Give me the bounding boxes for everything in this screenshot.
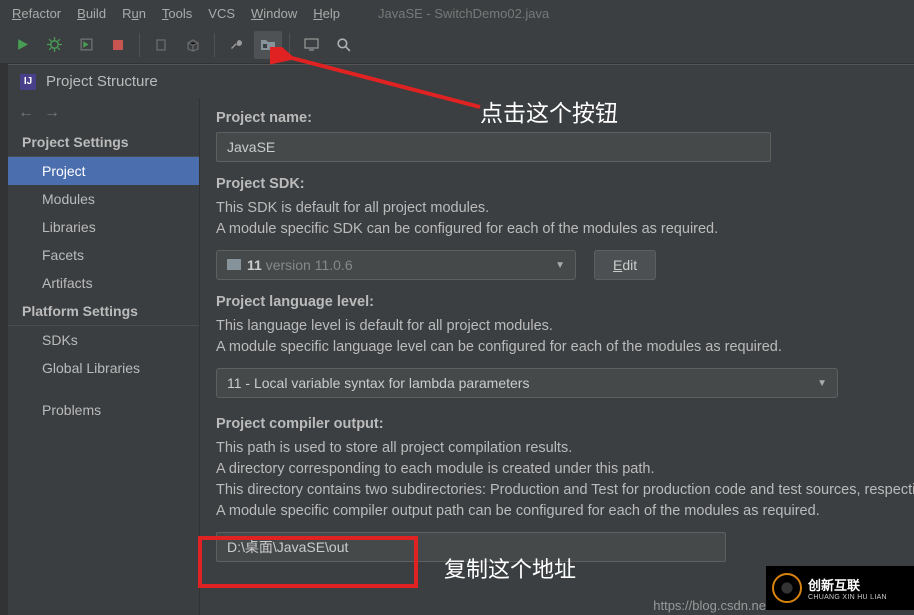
run-icon[interactable] — [8, 31, 36, 59]
menu-build[interactable]: Build — [69, 4, 114, 23]
debug-icon[interactable] — [40, 31, 68, 59]
sidebar-item-sdks[interactable]: SDKs — [8, 326, 199, 354]
lang-description: A module specific language level can be … — [216, 337, 914, 358]
watermark-text-cn: 创新互联 — [808, 575, 887, 594]
output-description: A module specific compiler output path c… — [216, 501, 914, 522]
editor-gutter — [0, 64, 8, 615]
window-title: JavaSE - SwitchDemo02.java — [378, 6, 549, 21]
search-icon[interactable] — [329, 31, 357, 59]
blog-url: https://blog.csdn.ne — [653, 598, 766, 613]
toolbar-separator — [289, 33, 290, 57]
sidebar-item-modules[interactable]: Modules — [8, 185, 199, 213]
forward-icon[interactable]: → — [44, 104, 60, 122]
output-description: A directory corresponding to each module… — [216, 459, 914, 480]
menu-run[interactable]: Run — [114, 4, 154, 23]
language-level-label: Project language level: — [216, 294, 914, 310]
project-structure-dialog: IJ Project Structure ← → Project Setting… — [8, 64, 914, 615]
menu-tools[interactable]: Tools — [154, 4, 200, 23]
sdk-dropdown[interactable]: 11 version 11.0.6 ▼ — [216, 250, 576, 280]
folder-icon — [227, 259, 241, 270]
dialog-content: Project name: Project SDK: This SDK is d… — [200, 98, 914, 615]
back-icon[interactable]: ← — [18, 104, 34, 122]
toolbar-separator — [139, 33, 140, 57]
annotation-text-2: 复制这个地址 — [444, 552, 576, 584]
sidebar-item-global-libraries[interactable]: Global Libraries — [8, 354, 199, 382]
sidebar-item-artifacts[interactable]: Artifacts — [8, 269, 199, 297]
build-icon[interactable] — [179, 31, 207, 59]
sidebar-item-problems[interactable]: Problems — [8, 396, 199, 424]
project-sdk-label: Project SDK: — [216, 176, 914, 192]
dialog-sidebar: ← → Project Settings Project Modules Lib… — [8, 98, 200, 615]
compiler-output-label: Project compiler output: — [216, 416, 914, 432]
watermark-logo — [772, 573, 802, 603]
language-level-dropdown[interactable]: 11 - Local variable syntax for lambda pa… — [216, 368, 838, 398]
coverage-icon[interactable] — [72, 31, 100, 59]
toolbar — [0, 26, 914, 64]
avd-icon[interactable] — [297, 31, 325, 59]
sdk-description: A module specific SDK can be configured … — [216, 219, 914, 240]
watermark-text-en: CHUANG XIN HU LIAN — [808, 594, 887, 601]
edit-button[interactable]: Edit — [594, 250, 656, 280]
dialog-header: IJ Project Structure — [8, 65, 914, 98]
menu-window[interactable]: Window — [243, 4, 305, 23]
wrench-icon[interactable] — [222, 31, 250, 59]
project-structure-icon[interactable] — [254, 31, 282, 59]
output-description: This path is used to store all project c… — [216, 438, 914, 459]
menu-vcs[interactable]: VCS — [200, 4, 243, 23]
dialog-title: Project Structure — [46, 73, 158, 90]
annotation-text-1: 点击这个按钮 — [480, 94, 618, 128]
dialog-icon: IJ — [20, 74, 36, 90]
sidebar-item-project[interactable]: Project — [8, 157, 199, 185]
chevron-down-icon: ▼ — [555, 260, 565, 271]
menu-refactor[interactable]: Refactor — [4, 4, 69, 23]
sidebar-item-facets[interactable]: Facets — [8, 241, 199, 269]
chevron-down-icon: ▼ — [817, 378, 827, 389]
sdk-description: This SDK is default for all project modu… — [216, 198, 914, 219]
sidebar-section-project-settings: Project Settings — [8, 128, 199, 157]
sidebar-item-libraries[interactable]: Libraries — [8, 213, 199, 241]
watermark: 创新互联 CHUANG XIN HU LIAN — [766, 566, 914, 610]
toolbar-separator — [214, 33, 215, 57]
project-name-input[interactable] — [216, 132, 771, 162]
menu-help[interactable]: Help — [305, 4, 348, 23]
menubar: Refactor Build Run Tools VCS Window Help… — [0, 0, 914, 26]
stop-icon[interactable] — [104, 31, 132, 59]
output-description: This directory contains two subdirectori… — [216, 480, 914, 501]
profiler-icon[interactable] — [147, 31, 175, 59]
sidebar-section-platform-settings: Platform Settings — [8, 297, 199, 326]
lang-description: This language level is default for all p… — [216, 316, 914, 337]
